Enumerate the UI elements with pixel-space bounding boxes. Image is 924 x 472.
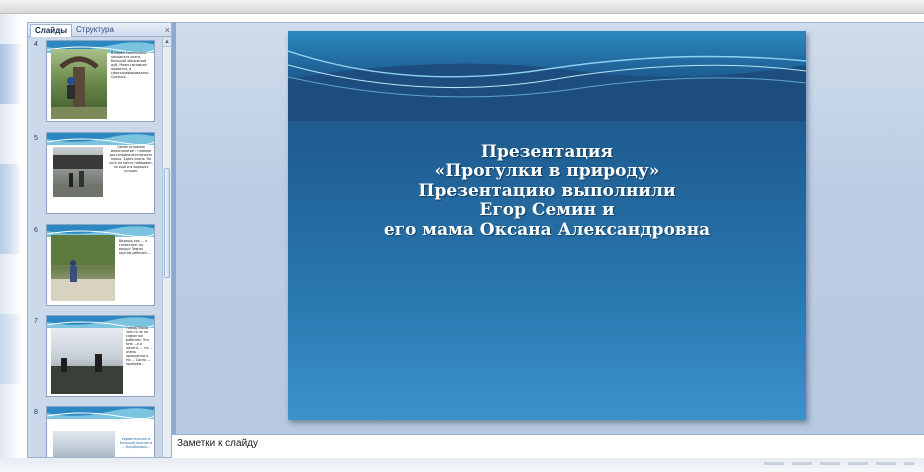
gutter-shade: [0, 314, 22, 384]
title-line: Презентация: [480, 142, 614, 162]
panel-tabs: Слайды Структура ×: [28, 23, 171, 37]
thumbnail-text: Самое основное мероприятие - главное дос…: [109, 145, 153, 173]
slide-number: 4: [34, 41, 38, 48]
close-icon[interactable]: ×: [165, 24, 170, 36]
slide-thumbnail-8[interactable]: Удивительные и большой фонтан в ... Воро…: [46, 406, 155, 457]
thumbnail-photo: [51, 328, 123, 394]
notes-pane[interactable]: Заметки к слайду: [172, 434, 924, 458]
thumbnail-text: Удивительные и большой фонтан в ... Воро…: [119, 437, 153, 449]
slide-number: 8: [34, 409, 38, 416]
slide-thumbnail-7[interactable]: Город/Перед чем-то не на самом же рабоче…: [46, 315, 155, 397]
slide-number: 6: [34, 227, 38, 234]
gutter-shade: [0, 44, 22, 104]
tab-outline[interactable]: Структура: [72, 24, 118, 37]
thumbnail-photo: [51, 49, 107, 119]
window-top-strip: [0, 0, 924, 14]
current-slide[interactable]: Презентация «Прогулки в природу» Презент…: [288, 31, 806, 420]
title-line: Егор Семин и: [479, 200, 615, 221]
slide-thumbnail-4[interactable]: В парке Сокольники находится очень больш…: [46, 40, 155, 122]
bottom-strip: [0, 458, 924, 472]
slides-panel: Слайды Структура × 4 В парке Сокольники …: [27, 22, 172, 458]
thumbnail-text: Видишь как ... о галактике, но вокруг Зе…: [119, 239, 150, 255]
thumbnail-photo: [51, 235, 115, 301]
thumbnail-text: Город/Перед чем-то не на самом же рабоче…: [126, 326, 153, 366]
splitter[interactable]: [172, 22, 176, 434]
thumbnail-list: 4 В парке Сокольники находится очень бол…: [28, 38, 164, 457]
slide-thumbnail-6[interactable]: Видишь как ... о галактике, но вокруг Зе…: [46, 224, 155, 306]
slide-number: 5: [34, 135, 38, 142]
tab-slides[interactable]: Слайды: [30, 24, 73, 37]
status-decoration: [764, 462, 914, 465]
scroll-up-icon[interactable]: ▲: [163, 38, 171, 47]
thumbnail-photo: [53, 147, 103, 197]
scrollbar-thumb[interactable]: [164, 168, 170, 278]
gutter-shade: [0, 164, 22, 254]
slide-wave-decoration: [288, 31, 806, 121]
thumbnail-text: В парке Сокольники находится очень больш…: [111, 51, 150, 79]
slide-thumbnail-5[interactable]: Самое основное мероприятие - главное дос…: [46, 132, 155, 214]
left-gutter: [0, 14, 22, 472]
wave-decoration: [47, 133, 154, 145]
thumbnail-photo: [53, 431, 115, 457]
slide-number: 7: [34, 318, 38, 325]
thumbnail-scrollbar[interactable]: ▲: [162, 38, 171, 457]
title-line: «Прогулки в природу»: [434, 161, 660, 182]
title-line: Презентацию выполнили: [418, 180, 676, 201]
notes-placeholder: Заметки к слайду: [177, 438, 258, 449]
slide-title[interactable]: Презентация «Прогулки в природу» Презент…: [288, 142, 806, 240]
wave-decoration: [47, 407, 154, 419]
title-line: его мама Оксана Александровна: [383, 219, 711, 240]
